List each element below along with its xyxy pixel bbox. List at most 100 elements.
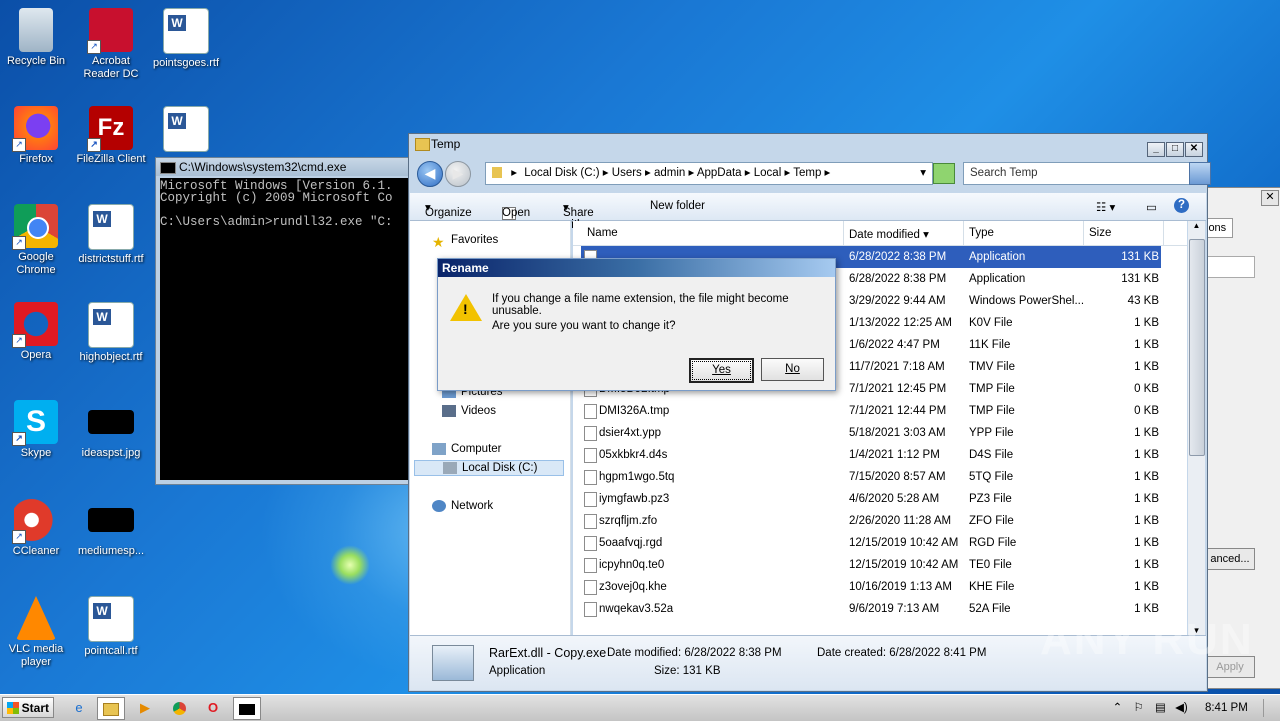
desktop-icon-recycle-bin[interactable]: Recycle Bin [0, 8, 74, 68]
desktop-icon-districtstuff[interactable]: W districtstuff.rtf [73, 204, 149, 266]
file-name[interactable]: DMI326A.tmp [599, 400, 669, 422]
desktop-icon-ideaspst[interactable]: ideaspst.jpg [73, 400, 149, 460]
nav-videos[interactable]: Videos [442, 405, 496, 417]
file-name[interactable]: iymgfawb.pz3 [599, 488, 669, 510]
file-size: 1 KB [1134, 317, 1159, 329]
cmd-console-output[interactable]: Microsoft Windows [Version 6.1. Copyrigh… [160, 178, 414, 480]
start-button[interactable]: Start [2, 697, 54, 718]
help-icon[interactable]: ? [1174, 198, 1189, 213]
column-type[interactable]: Type [969, 227, 994, 239]
chrome-taskbar-icon[interactable] [166, 697, 192, 718]
file-name[interactable]: 05xkbkr4.d4s [599, 444, 667, 466]
refresh-icon[interactable] [933, 163, 955, 184]
vertical-scrollbar[interactable]: ▲ ▼ [1188, 221, 1205, 635]
volume-icon[interactable]: ◀) [1175, 702, 1188, 714]
show-desktop-button[interactable] [1263, 699, 1276, 717]
organize-button[interactable]: Organize ▾ [425, 200, 472, 219]
show-hidden-icons[interactable]: ⌃ [1113, 702, 1123, 714]
desktop-icon-acrobat[interactable]: ↗ Acrobat Reader DC [73, 8, 149, 81]
desktop-icon-vlc[interactable]: VLC media player [0, 596, 74, 669]
desktop-icon-chrome[interactable]: ↗ Google Chrome [0, 204, 74, 277]
chevron-down-icon[interactable]: ▾ [920, 163, 926, 184]
file-type: 5TQ File [969, 471, 1014, 483]
scroll-up-icon[interactable]: ▲ [1188, 221, 1205, 230]
view-options-icon[interactable]: ☷ ▾ [1096, 200, 1115, 214]
nav-network[interactable]: Network [432, 500, 493, 512]
rename-dialog[interactable]: Rename ! If you change a file name exten… [437, 258, 836, 391]
desktop-icon-firefox[interactable]: ↗ Firefox [0, 106, 74, 166]
dialog-field[interactable] [1207, 256, 1255, 278]
minimize-icon[interactable]: _ [1147, 142, 1165, 157]
rename-dialog-titlebar[interactable]: Rename [438, 259, 835, 277]
breadcrumb-item[interactable]: admin [654, 167, 685, 179]
column-date-modified[interactable]: Date modified ▾ [849, 227, 929, 241]
file-size: 1 KB [1134, 559, 1159, 571]
new-folder-button[interactable]: New folder [650, 200, 705, 212]
no-button[interactable]: No [761, 358, 824, 381]
file-name[interactable]: 5oaafvqj.rgd [599, 532, 662, 554]
table-row[interactable]: 05xkbkr4.d4s 1/4/2021 1:12 PM D4S File 1 KB [581, 444, 1161, 466]
search-input[interactable]: Search Temp [963, 162, 1191, 185]
scroll-thumb[interactable] [1189, 239, 1205, 456]
breadcrumb-item[interactable]: Local Disk (C:) [524, 167, 599, 179]
file-name[interactable]: icpyhn0q.te0 [599, 554, 664, 576]
yes-button[interactable]: Yes [689, 358, 754, 383]
file-name[interactable]: szrqfljm.zfo [599, 510, 657, 532]
file-name[interactable]: hgpm1wgo.5tq [599, 466, 674, 488]
desktop-icon-mediumesp[interactable]: mediumesp... [73, 498, 149, 558]
desktop-icon-pointsgoes[interactable]: W pointsgoes.rtf [148, 8, 224, 70]
address-bar[interactable]: ▸ Local Disk (C:) ▸ Users ▸ admin ▸ AppD… [485, 162, 933, 185]
column-name[interactable]: Name [587, 227, 618, 239]
desktop-icon-filezilla[interactable]: Fz ↗ FileZilla Client [73, 106, 149, 166]
file-name[interactable]: z3ovej0q.khe [599, 576, 667, 598]
close-icon[interactable]: ✕ [1261, 190, 1279, 206]
file-name[interactable]: nwqekav3.52a [599, 598, 673, 620]
desktop-icon-skype[interactable]: S ↗ Skype [0, 400, 74, 460]
table-row[interactable]: 5oaafvqj.rgd 12/15/2019 10:42 AM RGD File 1… [581, 532, 1161, 554]
background-dialog[interactable]: ✕ ions anced... Apply [1200, 187, 1280, 689]
breadcrumb-item[interactable]: AppData [697, 167, 742, 179]
clock[interactable]: 8:41 PM [1205, 702, 1248, 714]
desktop-icon-word-partial[interactable]: W [148, 106, 224, 155]
desktop-icon-opera[interactable]: ↗ Opera [0, 302, 74, 362]
close-icon[interactable]: ✕ [1185, 142, 1203, 157]
breadcrumb-item[interactable]: Local [754, 167, 782, 179]
advanced-button[interactable]: anced... [1205, 548, 1255, 570]
explorer-window[interactable]: Temp _ □ ✕ ◀ ▶ ▸ Local Disk (C:) ▸ Users ▸… [408, 133, 1211, 692]
table-row[interactable]: szrqfljm.zfo 2/26/2020 11:28 AM ZFO File 1 … [581, 510, 1161, 532]
preview-pane-icon[interactable]: ▭ [1146, 200, 1157, 214]
table-row[interactable]: icpyhn0q.te0 12/15/2019 10:42 AM TE0 File 1… [581, 554, 1161, 576]
cmd-taskbar-icon[interactable] [233, 697, 261, 720]
nav-computer[interactable]: Computer [432, 443, 502, 455]
share-with-button[interactable]: Share with ▾ [563, 200, 594, 231]
file-type: ZFO File [969, 515, 1014, 527]
table-row[interactable]: z3ovej0q.khe 10/16/2019 1:13 AM KHE File 1 … [581, 576, 1161, 598]
back-button[interactable]: ◀ [417, 161, 443, 187]
explorer-taskbar-icon[interactable] [97, 697, 125, 720]
column-size[interactable]: Size [1089, 227, 1111, 239]
flag-icon[interactable]: ⚐ [1133, 702, 1143, 714]
table-row[interactable]: dsier4xt.ypp 5/18/2021 3:03 AM YPP File 1 K… [581, 422, 1161, 444]
cmd-window[interactable]: C:\Windows\system32\cmd.exe Microsoft Wi… [155, 157, 415, 485]
breadcrumb-item[interactable]: Users [612, 167, 642, 179]
media-player-icon[interactable]: ▶ [132, 697, 158, 718]
nav-favorites[interactable]: ★ Favorites [432, 234, 498, 250]
opera-taskbar-icon[interactable]: O [200, 697, 226, 718]
tab-options[interactable]: ions [1205, 218, 1233, 238]
table-row[interactable]: iymgfawb.pz3 4/6/2020 5:28 AM PZ3 File 1 KB [581, 488, 1161, 510]
desktop-icon-pointcall[interactable]: W pointcall.rtf [73, 596, 149, 658]
nav-local-disk[interactable]: Local Disk (C:) [414, 460, 564, 477]
file-name[interactable]: dsier4xt.ypp [599, 422, 661, 444]
search-icon[interactable] [1189, 162, 1211, 185]
desktop-icon-highobject[interactable]: W highobject.rtf [73, 302, 149, 364]
desktop-icon-ccleaner[interactable]: ↗ CCleaner [0, 498, 74, 558]
table-row[interactable]: hgpm1wgo.5tq 7/15/2020 8:57 AM 5TQ File 1 K… [581, 466, 1161, 488]
table-row[interactable]: DMI326A.tmp 7/1/2021 12:44 PM TMP File 0 KB [581, 400, 1161, 422]
maximize-icon[interactable]: □ [1166, 142, 1184, 157]
forward-button[interactable]: ▶ [445, 161, 471, 187]
breadcrumb-item[interactable]: Temp [793, 167, 821, 179]
ie-icon[interactable]: e [66, 697, 92, 718]
cmd-titlebar[interactable]: C:\Windows\system32\cmd.exe [156, 158, 414, 176]
explorer-titlebar[interactable]: Temp _ □ ✕ [409, 134, 1207, 157]
network-tray-icon[interactable]: ▤ [1155, 702, 1166, 714]
